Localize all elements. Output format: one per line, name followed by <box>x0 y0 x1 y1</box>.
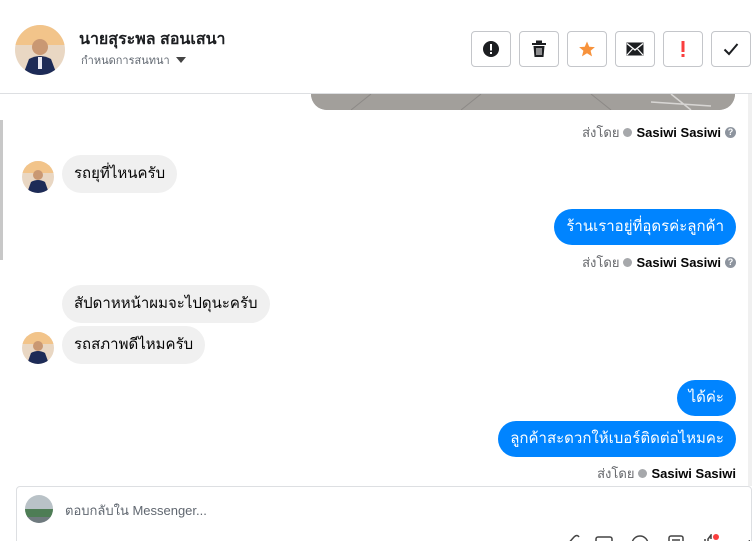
mark-spam-button[interactable] <box>663 31 703 67</box>
sent-by-label: ส่งโดย <box>582 125 620 140</box>
delete-button[interactable] <box>519 31 559 67</box>
paperclip-icon[interactable] <box>562 534 582 541</box>
message-bubble-outgoing[interactable]: ร้านเราอยู่ที่อุดรค่ะลูกค้า <box>554 209 736 245</box>
sender-name[interactable]: Sasiwi Sasiwi <box>636 255 721 270</box>
star-button[interactable] <box>567 31 607 67</box>
help-icon[interactable]: ? <box>725 257 736 268</box>
message-bubble-outgoing[interactable]: ลูกค้าสะดวกให้เบอร์ติดต่อไหมคะ <box>498 421 736 457</box>
reply-input[interactable] <box>65 499 665 521</box>
mark-done-button[interactable] <box>711 31 751 67</box>
contact-avatar-small[interactable] <box>22 332 54 364</box>
verified-icon <box>638 468 648 478</box>
check-icon <box>723 43 739 56</box>
reply-composer <box>16 486 752 541</box>
message-bubble-incoming[interactable]: รถสภาพดีไหมครับ <box>62 326 206 364</box>
sent-by-row: ส่งโดย Sasiwi Sasiwi ? <box>582 252 736 273</box>
conversation-schedule-label: กำหนดการสนทนา <box>81 55 170 67</box>
sender-name[interactable]: Sasiwi Sasiwi <box>636 125 721 140</box>
sender-name[interactable]: Sasiwi Sasiwi <box>651 466 736 481</box>
trash-icon <box>532 40 546 57</box>
emoji-icon[interactable] <box>630 534 650 541</box>
scrollbar[interactable] <box>748 94 752 486</box>
verified-icon <box>623 128 633 137</box>
sent-by-row: ส่งโดย Sasiwi Sasiwi ? <box>582 122 736 143</box>
exclamation-circle-icon <box>483 41 499 57</box>
panel-edge <box>0 120 3 260</box>
chevron-down-icon <box>175 57 186 63</box>
sent-by-label: ส่งโดย <box>582 255 620 270</box>
message-bubble-incoming[interactable]: สัปดาหหน้าผมจะไปดุนะครับ <box>62 285 270 323</box>
sent-by-label: ส่งโดย <box>597 465 635 481</box>
like-icon[interactable] <box>700 534 720 541</box>
message-bubble-incoming[interactable]: รถยุที่ไหนครับ <box>62 155 178 193</box>
contact-name: นายสุระพล สอนเสนา <box>79 31 226 48</box>
conversation-schedule[interactable]: กำหนดการสนทนา <box>81 51 186 69</box>
sent-by-row: ส่งโดย Sasiwi Sasiwi <box>597 465 736 481</box>
saved-reply-icon[interactable] <box>666 534 686 541</box>
send-icon[interactable] <box>736 534 752 541</box>
message-bubble-outgoing[interactable]: ได้ค่ะ <box>676 380 736 416</box>
email-button[interactable] <box>615 31 655 67</box>
page-avatar <box>25 495 53 523</box>
report-button[interactable] <box>471 31 511 67</box>
camera-icon[interactable] <box>594 534 614 541</box>
contact-avatar-small[interactable] <box>22 161 54 193</box>
conversation-header: นายสุระพล สอนเสนา กำหนดการสนทนา <box>0 0 752 94</box>
help-icon[interactable]: ? <box>725 127 736 138</box>
exclamation-icon <box>681 41 685 57</box>
star-icon <box>579 41 595 57</box>
envelope-icon <box>626 42 644 56</box>
shared-image-attachment[interactable] <box>311 94 735 110</box>
contact-avatar[interactable] <box>15 25 65 75</box>
verified-icon <box>623 258 633 267</box>
